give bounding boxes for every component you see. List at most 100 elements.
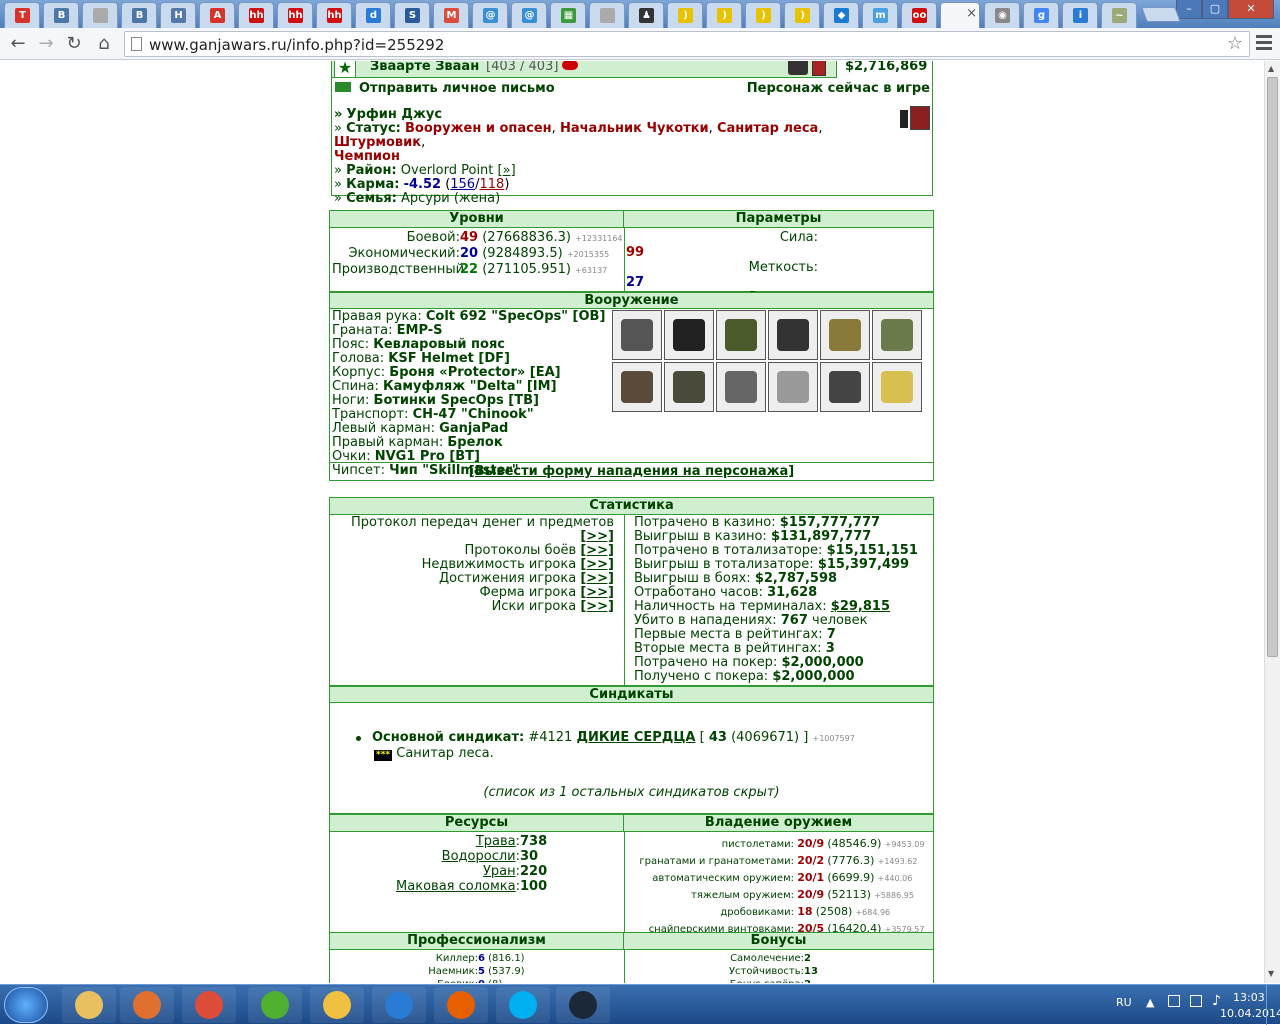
weapon-item-link[interactable]: KSF Helmet [DF] <box>388 351 510 366</box>
weapon-item-link[interactable]: Colt 692 "SpecOps" [OB] <box>426 309 606 324</box>
weapon-item-link[interactable]: CH-47 "Chinook" <box>413 407 534 422</box>
stat-link[interactable]: [>>] <box>580 529 614 544</box>
district-link[interactable]: [»] <box>498 163 516 178</box>
browser-tab[interactable]: A <box>199 2 235 28</box>
weapon-item-link[interactable]: Кевларовый пояс <box>373 337 505 352</box>
attack-form-link[interactable]: [Вывести форму нападения на персонажа] <box>469 464 795 479</box>
equipment-slot[interactable] <box>820 310 870 360</box>
browser-tab[interactable]: ) <box>706 2 742 28</box>
close-tab-icon[interactable]: × <box>966 6 977 21</box>
tray-expand-icon[interactable]: ▲ <box>1146 996 1154 1009</box>
stat-link[interactable]: [>>] <box>580 585 614 600</box>
stat-link[interactable]: [>>] <box>580 557 614 572</box>
resource-link[interactable]: Водоросли <box>442 849 516 864</box>
syndicate-name-link[interactable]: ДИКИЕ СЕРДЦА <box>576 730 695 745</box>
equipment-slot[interactable] <box>768 310 818 360</box>
weapon-item-link[interactable]: Камуфляж "Delta" [IM] <box>383 379 557 394</box>
browser-tab[interactable]: @ <box>472 2 508 28</box>
window-minimize-button[interactable]: – <box>1176 0 1202 19</box>
browser-tab[interactable]: oo <box>901 2 937 28</box>
back-icon[interactable]: ← <box>6 32 30 56</box>
browser-tab-active[interactable]: × <box>940 2 980 28</box>
browser-tab[interactable]: ◆ <box>823 2 859 28</box>
scrollbar-thumb[interactable] <box>1267 77 1278 657</box>
browser-tab[interactable]: i <box>1062 2 1098 28</box>
weapon-item-link[interactable]: GanjaPad <box>439 421 508 436</box>
equipment-slot[interactable] <box>768 362 818 412</box>
browser-tab[interactable]: B <box>43 2 79 28</box>
browser-tab[interactable]: M <box>433 2 469 28</box>
bookmark-star-icon[interactable]: ☆ <box>1227 33 1243 54</box>
scroll-down-arrow[interactable]: ▼ <box>1268 969 1274 978</box>
resource-link[interactable]: Уран <box>483 864 516 879</box>
browser-tab[interactable]: hh <box>238 2 274 28</box>
equipment-slot[interactable] <box>612 362 662 412</box>
stat-link[interactable]: [>>] <box>580 543 614 558</box>
home-icon[interactable]: ⌂ <box>92 32 116 56</box>
send-mail-link[interactable]: Отправить личное письмо <box>359 81 555 96</box>
taskbar-app[interactable] <box>182 987 236 1023</box>
network-icon[interactable] <box>1168 995 1180 1007</box>
equipment-slot[interactable] <box>872 310 922 360</box>
forward-icon[interactable]: → <box>34 32 58 56</box>
browser-tab[interactable]: ) <box>745 2 781 28</box>
browser-tab[interactable]: @ <box>511 2 547 28</box>
taskbar-app[interactable] <box>310 987 364 1023</box>
browser-tab[interactable]: g <box>1023 2 1059 28</box>
browser-tab[interactable]: hh <box>277 2 313 28</box>
browser-tab[interactable]: T <box>4 2 40 28</box>
equipment-slot[interactable] <box>612 310 662 360</box>
taskbar-app[interactable] <box>372 987 426 1023</box>
browser-tab[interactable]: ♟ <box>628 2 664 28</box>
taskbar-app[interactable] <box>434 987 488 1023</box>
browser-tab[interactable]: B <box>121 2 157 28</box>
taskbar-app[interactable] <box>62 987 116 1023</box>
taskbar-app[interactable] <box>120 987 174 1023</box>
browser-tab[interactable]: m <box>862 2 898 28</box>
browser-tab[interactable]: S <box>394 2 430 28</box>
new-tab-button[interactable] <box>1141 7 1181 22</box>
scroll-up-arrow[interactable]: ▲ <box>1268 64 1274 73</box>
browser-tab[interactable] <box>82 2 118 28</box>
stat-link[interactable]: [>>] <box>580 599 614 614</box>
stat-link[interactable]: [>>] <box>580 571 614 586</box>
equipment-slot[interactable] <box>664 310 714 360</box>
browser-tab[interactable] <box>589 2 625 28</box>
equipment-slot[interactable] <box>820 362 870 412</box>
resource-link[interactable]: Трава <box>476 834 516 849</box>
browser-tab[interactable]: ◉ <box>984 2 1020 28</box>
character-name[interactable]: Урфин Джус <box>347 107 443 122</box>
weapon-item-link[interactable]: EMP-S <box>397 323 443 338</box>
karma-minus-link[interactable]: 118 <box>479 177 504 192</box>
equipment-slot[interactable] <box>664 362 714 412</box>
browser-tab[interactable]: ) <box>784 2 820 28</box>
browser-tab[interactable]: d <box>355 2 391 28</box>
browser-tab[interactable]: H <box>160 2 196 28</box>
language-indicator[interactable]: RU <box>1116 996 1132 1009</box>
equipment-slot[interactable] <box>872 362 922 412</box>
reload-icon[interactable]: ↻ <box>62 32 86 56</box>
player-name[interactable]: Зваарте Зваан <box>370 61 479 74</box>
browser-tab[interactable]: hh <box>316 2 352 28</box>
weapon-item-link[interactable]: Брелок <box>447 435 502 450</box>
taskbar-app[interactable] <box>248 987 302 1023</box>
weapon-item-link[interactable]: Ботинки SpecOps [TB] <box>374 393 539 408</box>
clock-time[interactable]: 13:03 <box>1233 991 1265 1004</box>
page-scrollbar[interactable]: ▲ ▼ <box>1264 61 1280 983</box>
equipment-slot[interactable] <box>716 362 766 412</box>
weapon-item-link[interactable]: Броня «Protector» [EA] <box>389 365 560 380</box>
window-close-button[interactable]: ✕ <box>1228 0 1274 19</box>
action-center-icon[interactable] <box>1190 995 1202 1007</box>
taskbar-app[interactable] <box>496 987 550 1023</box>
resource-link[interactable]: Маковая соломка <box>396 879 516 894</box>
start-button[interactable] <box>4 987 48 1023</box>
equipment-slot[interactable] <box>716 310 766 360</box>
window-maximize-button[interactable]: ▢ <box>1202 0 1228 19</box>
address-bar[interactable]: www.ganjawars.ru/info.php?id=255292 ☆ <box>124 31 1250 57</box>
taskbar-app[interactable] <box>556 987 610 1023</box>
browser-tab[interactable]: ~ <box>1101 2 1137 28</box>
browser-tab[interactable]: ) <box>667 2 703 28</box>
chrome-menu-icon[interactable] <box>1254 32 1276 54</box>
show-desktop-button[interactable] <box>1266 985 1280 1025</box>
browser-tab[interactable]: ▦ <box>550 2 586 28</box>
